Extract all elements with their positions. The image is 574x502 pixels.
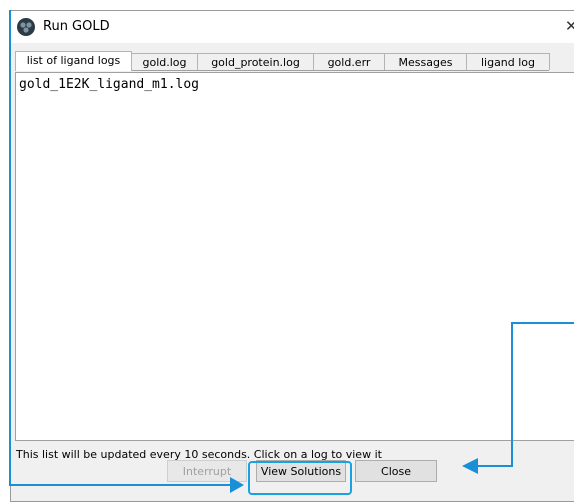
tab-list-of-ligand-logs[interactable]: list of ligand logs: [15, 51, 132, 71]
annotation-line-left-horizontal: [9, 484, 234, 486]
annotation-arrow-left-icon: [462, 458, 478, 474]
tab-bar: list of ligand logs gold.log gold_protei…: [15, 51, 550, 71]
run-gold-window: Run GOLD ✕ list of ligand logs gold.log …: [10, 10, 574, 502]
annotation-line-right-horizontal-bottom: [476, 465, 513, 467]
tab-ligand-log[interactable]: ligand log: [466, 53, 550, 70]
close-icon[interactable]: ✕: [565, 17, 574, 35]
annotation-line-right-horizontal-top: [511, 322, 574, 324]
annotation-arrow-right-icon: [230, 477, 244, 493]
annotation-line-right-vertical: [511, 322, 513, 467]
annotation-line-left-vertical: [9, 10, 11, 486]
tab-gold-log[interactable]: gold.log: [131, 53, 198, 70]
title-bar: Run GOLD ✕: [11, 11, 574, 43]
ligand-log-list[interactable]: gold_1E2K_ligand_m1.log: [15, 72, 574, 441]
tab-messages[interactable]: Messages: [384, 53, 467, 70]
tab-gold-protein-log[interactable]: gold_protein.log: [197, 53, 314, 70]
window-title: Run GOLD: [43, 19, 110, 34]
gold-app-icon: [17, 18, 35, 36]
list-item[interactable]: gold_1E2K_ligand_m1.log: [19, 77, 199, 92]
tab-gold-err[interactable]: gold.err: [313, 53, 385, 70]
close-button[interactable]: Close: [355, 460, 437, 482]
highlight-box: [248, 461, 352, 495]
